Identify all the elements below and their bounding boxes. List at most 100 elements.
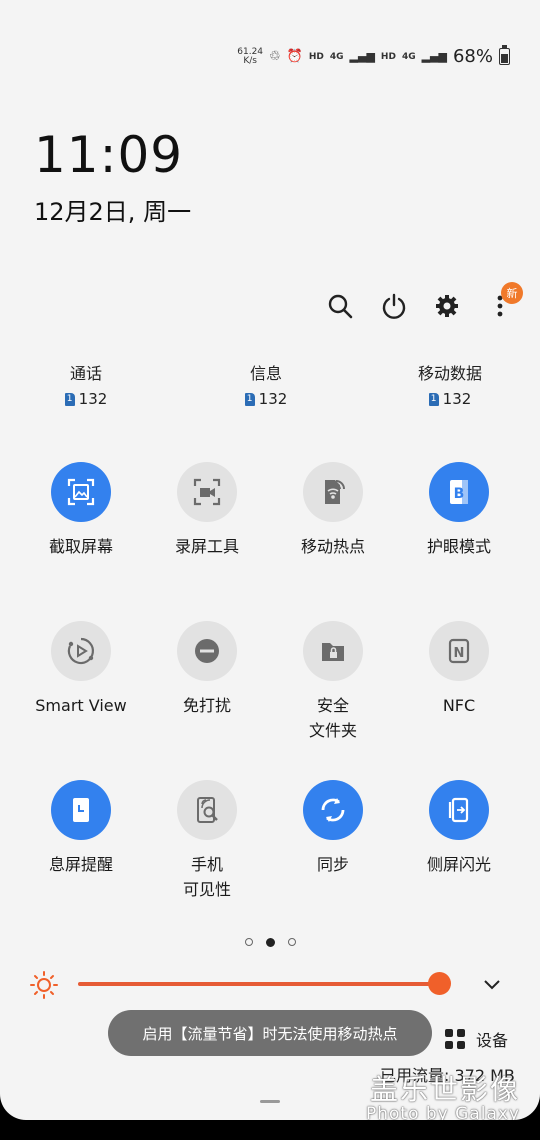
tile-do-not-disturb[interactable]: 免打扰	[142, 621, 272, 718]
page-dot[interactable]	[287, 938, 296, 946]
tile-sync[interactable]: 同步	[268, 780, 398, 877]
signal-icon-2: ▂▄▆	[421, 50, 447, 63]
sim-calls-label: 通话	[69, 364, 102, 383]
gear-icon	[436, 295, 458, 317]
blue-light-letter: B	[454, 486, 465, 502]
chevron-down-icon	[484, 980, 500, 990]
tile-edge-lighting[interactable]: 侧屏闪光	[394, 780, 524, 877]
sim-messages-label: 信息	[249, 364, 282, 383]
network-label-2: 4G	[401, 51, 416, 62]
tile-edge-lighting-circle	[429, 780, 489, 840]
expand-button[interactable]	[482, 976, 502, 996]
tile-eye-comfort[interactable]: B 护眼模式	[394, 462, 524, 559]
tile-mobile-hotspot[interactable]: 移动热点	[268, 462, 398, 559]
tile-screenshot-label: 截取屏幕	[48, 537, 113, 556]
tile-screenshot-circle	[51, 462, 111, 522]
search-icon	[328, 294, 353, 319]
hd-label-1: HD	[308, 51, 324, 62]
devices-button[interactable]: 设备	[444, 1027, 508, 1051]
page-dot[interactable]	[265, 938, 275, 947]
do-not-disturb-icon	[195, 639, 219, 663]
screenshot-icon	[67, 478, 95, 506]
page-indicator	[0, 938, 540, 947]
sim-calls-number: 132	[78, 390, 108, 408]
sim-card-icon: 1	[428, 392, 439, 406]
sim-calls[interactable]: 通话 1 132	[26, 360, 146, 408]
smart-view-icon	[67, 637, 94, 665]
tile-phone-visibility-circle	[177, 780, 237, 840]
brightness-slider[interactable]	[78, 982, 450, 986]
tile-edge-lighting-label: 侧屏闪光	[426, 855, 491, 874]
quick-panel: 61.24 K/s ♲ ⏰ HD 4G ▂▄▆ HD 4G ▂▄▆ 68% 11…	[0, 0, 540, 1120]
blue-light-filter-icon: B	[450, 480, 468, 504]
devices-label: 设备	[476, 1031, 509, 1050]
brightness-slider-thumb[interactable]	[427, 972, 451, 995]
sim-messages[interactable]: 信息 1 132	[206, 360, 326, 408]
clock-time: 11:09	[34, 126, 184, 184]
always-on-display-icon	[73, 798, 89, 822]
toast-message: 启用【流量节省】时无法使用移动热点	[108, 1010, 432, 1056]
sim-card-icon: 1	[244, 392, 255, 406]
tile-mobile-hotspot-circle	[303, 462, 363, 522]
sync-icon	[321, 798, 345, 822]
net-speed: 61.24 K/s	[237, 47, 263, 66]
brightness-icon	[29, 970, 59, 1004]
sim-messages-number: 132	[258, 390, 288, 408]
tile-do-not-disturb-label: 免打扰	[182, 696, 231, 715]
sim-mobile-data-number: 132	[442, 390, 472, 408]
power-icon	[382, 293, 406, 319]
sun-icon	[30, 971, 58, 999]
tile-mobile-hotspot-label: 移动热点	[300, 537, 365, 556]
settings-button[interactable]	[431, 290, 463, 322]
tile-always-on-display-label: 息屏提醒	[48, 855, 113, 874]
battery-percent: 68%	[452, 46, 493, 67]
tile-secure-folder[interactable]: 安全 文件夹	[268, 621, 398, 743]
recycle-icon: ♲	[269, 49, 281, 64]
watermark: 盖乐世影像 Photo by Galaxy	[366, 1068, 520, 1120]
battery-fill	[501, 54, 508, 63]
network-label-1: 4G	[329, 51, 344, 62]
tile-screenshot[interactable]: 截取屏幕	[16, 462, 146, 559]
watermark-title: 盖乐世影像	[369, 1073, 520, 1106]
status-bar: 61.24 K/s ♲ ⏰ HD 4G ▂▄▆ HD 4G ▂▄▆ 68%	[237, 45, 510, 67]
new-badge: 新	[501, 282, 523, 304]
tile-nfc-label: NFC	[442, 696, 476, 715]
edge-lighting-icon	[448, 797, 469, 823]
hotspot-icon	[325, 480, 345, 504]
sim-mobile-data-label: 移动数据	[417, 364, 482, 383]
tile-eye-comfort-label: 护眼模式	[426, 537, 491, 556]
tile-always-on-display-circle	[51, 780, 111, 840]
clock-date: 12月2日, 周一	[34, 198, 192, 226]
tile-phone-visibility[interactable]: 手机 可见性	[142, 780, 272, 902]
secure-folder-icon	[322, 643, 344, 661]
hd-label-2: HD	[380, 51, 396, 62]
search-button[interactable]	[324, 290, 356, 322]
tile-eye-comfort-circle: B	[429, 462, 489, 522]
signal-icon-1: ▂▄▆	[349, 50, 375, 63]
tile-secure-folder-label: 安全 文件夹	[308, 696, 357, 740]
nfc-letter: N	[454, 646, 465, 661]
tile-smart-view-label: Smart View	[35, 696, 127, 715]
phone-visibility-icon	[197, 797, 218, 823]
tile-nfc-circle: N	[429, 621, 489, 681]
battery-icon	[499, 45, 510, 65]
drag-handle[interactable]	[260, 1100, 280, 1103]
tile-phone-visibility-label: 手机 可见性	[182, 855, 231, 899]
watermark-subtitle: Photo by Galaxy	[365, 1104, 520, 1120]
tile-do-not-disturb-circle	[177, 621, 237, 681]
nfc-icon: N	[448, 638, 470, 664]
sim-card-icon: 1	[64, 392, 75, 406]
tile-screen-recorder[interactable]: 录屏工具	[142, 462, 272, 559]
net-speed-unit: K/s	[243, 55, 257, 66]
tile-sync-label: 同步	[316, 855, 349, 874]
power-button[interactable]	[378, 290, 410, 322]
sim-mobile-data[interactable]: 移动数据 1 132	[390, 360, 510, 408]
alarm-icon: ⏰	[286, 49, 303, 64]
tile-nfc[interactable]: N NFC	[394, 621, 524, 718]
tile-screen-recorder-label: 录屏工具	[174, 537, 239, 556]
tile-screen-recorder-circle	[177, 462, 237, 522]
tile-always-on-display[interactable]: 息屏提醒	[16, 780, 146, 877]
tile-smart-view[interactable]: Smart View	[16, 621, 146, 718]
tile-smart-view-circle	[51, 621, 111, 681]
page-dot[interactable]	[244, 938, 253, 946]
